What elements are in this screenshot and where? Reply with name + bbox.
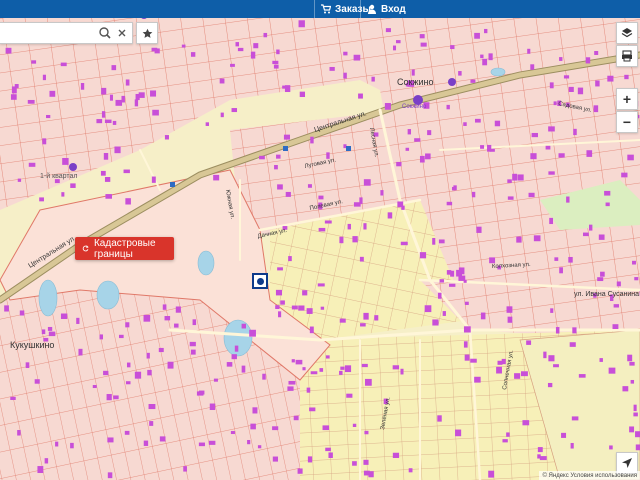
cadastral-borders-label: Кадастровые границы	[93, 237, 156, 260]
login-button[interactable]: Вход	[360, 0, 412, 18]
star-icon	[142, 28, 152, 38]
print-icon	[622, 50, 632, 62]
place-label-sokzhino: Сокжино	[397, 77, 433, 87]
cadastral-borders-button[interactable]: Кадастровые границы	[75, 237, 174, 260]
poi-label-sokzhino: Сокжино	[402, 104, 427, 110]
login-label: Вход	[381, 3, 406, 15]
place-label-kukushkino: Кукушкино	[10, 340, 54, 350]
marker-dot	[256, 277, 264, 285]
plus-icon: +	[622, 91, 632, 107]
clear-icon[interactable]	[114, 25, 130, 41]
favorite-button[interactable]	[136, 22, 158, 44]
minus-icon: −	[622, 114, 632, 130]
map-copyright: © Яндекс Условия использования	[539, 471, 640, 480]
location-arrow-icon	[622, 458, 632, 468]
selected-parcel-marker[interactable]	[252, 273, 268, 289]
place-label-1-kvartal: 1-й квартал	[40, 172, 78, 180]
refresh-icon	[82, 245, 89, 252]
search-input[interactable]	[2, 24, 96, 42]
zoom-in-button[interactable]: +	[616, 88, 638, 110]
top-bar: Заказы Вход	[0, 0, 640, 18]
zoom-out-button[interactable]: −	[616, 111, 638, 133]
cart-icon	[321, 4, 331, 14]
search-box	[0, 22, 133, 44]
layers-button[interactable]	[616, 22, 638, 44]
print-button[interactable]	[616, 45, 638, 67]
user-icon	[368, 4, 376, 14]
search-icon[interactable]	[97, 25, 113, 41]
street-label-susanina: ул. Ивана Сусанина	[574, 291, 639, 298]
layers-icon	[621, 28, 633, 38]
